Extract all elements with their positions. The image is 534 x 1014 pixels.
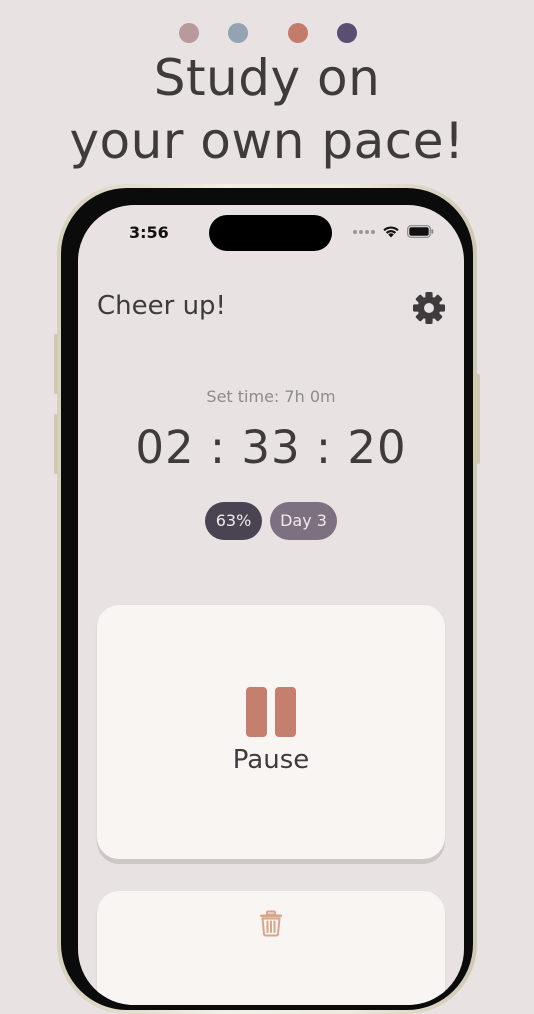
phone-button-left [54,334,58,394]
palette-dot [288,23,308,43]
headline-line-2: your own pace! [69,112,465,170]
palette-dot [228,23,248,43]
phone-frame: 3:56 Cheer up! Set time: 7h 0m 02: 33:… [54,184,480,1014]
palette-dot [179,23,199,43]
phone-button-right [476,374,480,464]
phone-screen: 3:56 Cheer up! Set time: 7h 0m 02: 33:… [78,205,464,1005]
wifi-icon [383,226,399,238]
pause-button[interactable]: Pause [97,605,445,859]
dynamic-island [209,215,332,251]
pause-label: Pause [232,745,310,775]
badges: 63% Day 3 [78,502,464,540]
header-title: Cheer up! [97,291,226,321]
signal-dots-icon [353,229,375,234]
delete-button[interactable] [97,891,445,1005]
status-time: 3:56 [129,223,169,242]
palette-dots [0,23,534,43]
gear-icon[interactable] [412,291,446,325]
battery-icon [407,225,434,238]
set-time-label: Set time: 7h 0m [206,387,336,406]
phone-bezel: 3:56 Cheer up! Set time: 7h 0m 02: 33:… [61,188,473,1010]
status-icons [353,225,434,238]
pause-icon [246,687,296,737]
palette-dot [337,23,357,43]
phone-button-left [54,414,58,474]
headline-line-1: Study on [153,49,381,107]
elapsed-timer: 02 : 33 : 20 [135,421,407,474]
day-badge: Day 3 [270,502,337,540]
progress-percent-badge: 63% [205,502,262,540]
trash-icon [260,910,282,937]
